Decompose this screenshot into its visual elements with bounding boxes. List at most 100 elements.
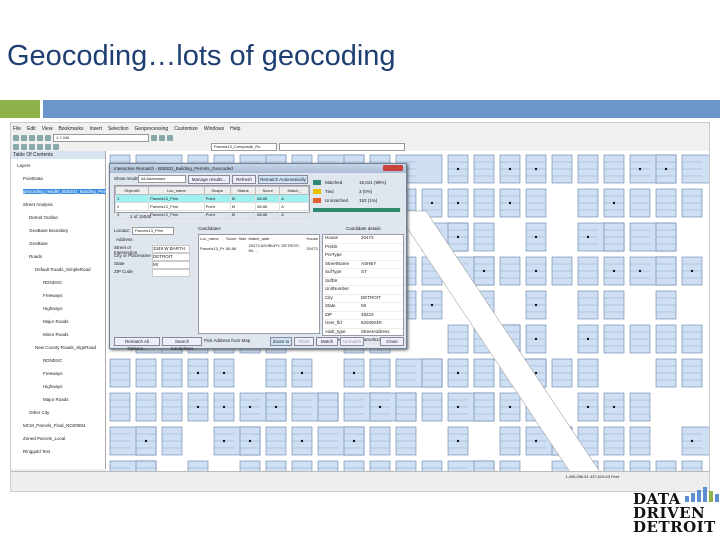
toc-item[interactable]: Highways xyxy=(43,306,63,311)
toc-item[interactable]: geocoding_results_BSEED_Building_Permits xyxy=(23,189,114,194)
toc-item[interactable]: Major Roads xyxy=(43,319,69,324)
geocoded-point[interactable] xyxy=(144,439,148,443)
geocoded-point[interactable] xyxy=(534,269,538,273)
geocoded-point[interactable] xyxy=(534,167,538,171)
geocoded-point[interactable] xyxy=(300,439,304,443)
geocoded-point[interactable] xyxy=(456,439,460,443)
geocoded-point[interactable] xyxy=(482,269,486,273)
geocoded-point[interactable] xyxy=(534,235,538,239)
column-header[interactable]: Loc_name xyxy=(199,235,225,242)
geocoded-point[interactable] xyxy=(534,303,538,307)
geocoded-point[interactable] xyxy=(612,405,616,409)
geocoded-point[interactable] xyxy=(456,405,460,409)
geocoded-point[interactable] xyxy=(612,201,616,205)
column-header[interactable]: Loc_name xyxy=(148,186,205,195)
search-candidates-button[interactable]: Search Candidates xyxy=(162,337,202,351)
toc-item[interactable]: Roads xyxy=(29,254,42,259)
menu-item-insert[interactable]: Insert xyxy=(89,126,102,132)
column-header[interactable]: Shape xyxy=(203,186,231,195)
geocoded-point[interactable] xyxy=(586,235,590,239)
field-input[interactable] xyxy=(152,269,190,277)
geocoded-point[interactable] xyxy=(274,405,278,409)
field-input[interactable]: MI xyxy=(152,261,190,269)
scale-input[interactable]: 1:7,946 xyxy=(53,133,149,142)
toc-item[interactable]: Minor Roads xyxy=(43,332,69,337)
zoom-out-icon[interactable] xyxy=(21,143,27,150)
toc-item[interactable]: Layers xyxy=(17,163,31,168)
geocoded-point[interactable] xyxy=(456,167,460,171)
table-row[interactable]: 1 Parcels13_Prim Point M 88.86 A xyxy=(114,194,309,203)
toc-item[interactable]: Other City xyxy=(29,410,49,415)
address-input[interactable] xyxy=(279,142,405,151)
geocoded-point[interactable] xyxy=(378,405,382,409)
geocoded-point[interactable] xyxy=(248,405,252,409)
refresh-button[interactable]: Refresh xyxy=(232,175,256,184)
geocoded-point[interactable] xyxy=(352,371,356,375)
toc-item[interactable]: GeoBase xyxy=(29,241,48,246)
geocoded-point[interactable] xyxy=(222,439,226,443)
geocoded-point[interactable] xyxy=(534,337,538,341)
field-input[interactable]: DETROIT xyxy=(152,253,190,261)
geocoded-point[interactable] xyxy=(352,439,356,443)
menu-item-edit[interactable]: Edit xyxy=(27,126,36,132)
toc-item[interactable]: Major Roads xyxy=(43,397,69,402)
geocoded-point[interactable] xyxy=(612,269,616,273)
locator-select[interactable]: Parcels13_Composite_Ro xyxy=(211,142,277,151)
zoom-in-icon[interactable] xyxy=(13,143,19,150)
geocoded-point[interactable] xyxy=(430,303,434,307)
show-results-select[interactable]: All Addresses xyxy=(138,175,186,183)
column-header[interactable]: Match_addr xyxy=(247,235,305,242)
geocoded-point[interactable] xyxy=(456,201,460,205)
geocoded-point[interactable] xyxy=(586,405,590,409)
zoom-to-button[interactable]: Zoom to xyxy=(270,337,292,346)
toc-item[interactable]: Freeways xyxy=(43,293,63,298)
menu-item-help[interactable]: Help xyxy=(230,126,240,132)
pan-icon[interactable] xyxy=(29,143,35,150)
save-icon[interactable] xyxy=(29,134,35,141)
geocoded-point[interactable] xyxy=(586,337,590,341)
toc-item[interactable]: GeoBase Boundary xyxy=(29,228,68,233)
geocoded-point[interactable] xyxy=(196,405,200,409)
manage-results-button[interactable]: Manage results... xyxy=(188,175,230,184)
geocoded-point[interactable] xyxy=(222,405,226,409)
geocoded-point[interactable] xyxy=(690,269,694,273)
toc-item[interactable]: Street Analysis xyxy=(23,202,53,207)
select-icon[interactable] xyxy=(53,143,59,150)
geocoded-point[interactable] xyxy=(534,439,538,443)
catalog-icon[interactable] xyxy=(159,134,165,141)
close-window-icon[interactable] xyxy=(383,165,403,171)
menu-item-bookmarks[interactable]: Bookmarks xyxy=(58,126,83,132)
identify-icon[interactable] xyxy=(45,143,51,150)
toc-item[interactable]: Default Roads_SimpleRoad xyxy=(35,267,91,272)
geocoded-point[interactable] xyxy=(300,371,304,375)
geocoded-point[interactable] xyxy=(222,371,226,375)
rematch-automatically-button[interactable]: Rematch Automatically xyxy=(258,175,308,184)
new-icon[interactable] xyxy=(13,134,19,141)
column-header[interactable]: Status xyxy=(229,186,257,195)
geocoded-point[interactable] xyxy=(248,439,252,443)
column-header[interactable]: Score xyxy=(255,186,281,195)
geocoded-point[interactable] xyxy=(508,167,512,171)
results-table[interactable]: ObjectID Loc_name Shape Status Score Match_ 1 P… xyxy=(114,185,310,219)
table-row[interactable]: 2 Parcels13_Prim Point M 88.86 A xyxy=(114,202,309,211)
pick-address-button[interactable]: Pick Address from Map xyxy=(204,338,250,343)
geocoded-point[interactable] xyxy=(690,439,694,443)
add-data-icon[interactable] xyxy=(45,134,51,141)
rematch-all-button[interactable]: Rematch All Options... xyxy=(114,337,160,351)
record-navigator[interactable]: 1 of 15040 xyxy=(130,214,151,219)
menu-item-customize[interactable]: Customize xyxy=(174,126,198,132)
geocoded-point[interactable] xyxy=(456,235,460,239)
menu-item-file[interactable]: File xyxy=(13,126,21,132)
menu-item-windows[interactable]: Windows xyxy=(204,126,224,132)
geocoded-point[interactable] xyxy=(508,201,512,205)
toc-item[interactable]: RDNDSC xyxy=(43,358,62,363)
toc-item[interactable]: MCM_Parcels_Final_NOZ0804 xyxy=(23,423,86,428)
menu-item-geoprocessing[interactable]: Geoprocessing xyxy=(135,126,169,132)
geocoded-point[interactable] xyxy=(508,405,512,409)
column-header[interactable]: ObjectID xyxy=(114,186,150,195)
geocoded-point[interactable] xyxy=(664,167,668,171)
toc-item[interactable]: Detroit Outline xyxy=(29,215,58,220)
toc-item[interactable]: New County Roads_SignRoad xyxy=(35,345,96,350)
toc-item[interactable]: PointData xyxy=(23,176,43,181)
column-header[interactable]: Match_ xyxy=(279,186,309,195)
